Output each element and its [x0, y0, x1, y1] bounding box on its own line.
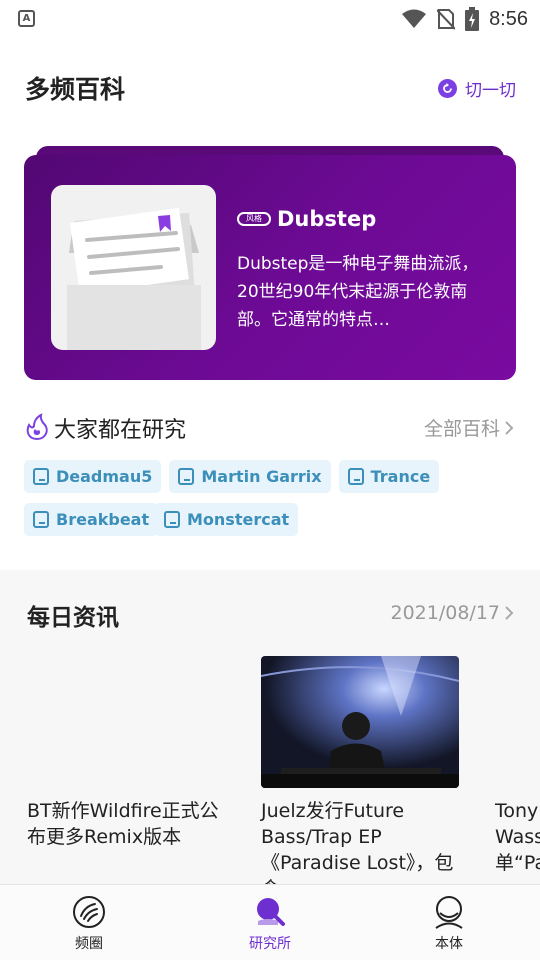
news-headline: BT新作Wildfire正式公布更多Remix版本 — [27, 800, 219, 848]
nav-label: 频圈 — [75, 936, 103, 952]
card-title-row: 风格 Dubstep — [237, 207, 376, 231]
nav-item-pinquan[interactable]: 频圈 — [29, 885, 149, 960]
news-image-placeholder — [27, 656, 225, 788]
research-chip[interactable]: Monstercat — [155, 503, 299, 536]
all-encyclopedia-label: 全部百科 — [423, 418, 500, 440]
news-card[interactable]: Tony Wass 单“Pa — [495, 656, 540, 876]
chip-label: Breakbeat — [56, 510, 150, 529]
app-notification-icon: A — [18, 10, 35, 27]
wifi-icon — [402, 9, 427, 28]
research-chip-list: Deadmau5 Martin Garrix Trance Breakbeat … — [24, 460, 516, 536]
nav-label: 本体 — [435, 936, 463, 952]
nav-label: 研究所 — [249, 936, 291, 952]
status-icons: 8:56 — [401, 6, 528, 32]
encyclopedia-card[interactable]: 风格 Dubstep Dubstep是一种电子舞曲流派，20世纪90年代末起源于… — [24, 155, 516, 380]
research-chip[interactable]: Deadmau5 — [24, 460, 162, 493]
chevron-right-icon — [505, 420, 514, 435]
entry-icon — [33, 511, 49, 528]
chip-label: Trance — [370, 467, 431, 486]
battery-charging-icon — [465, 7, 480, 31]
entry-icon — [178, 468, 195, 485]
chip-label: Monstercat — [187, 510, 290, 529]
card-title: Dubstep — [277, 207, 377, 231]
entry-icon — [33, 468, 49, 485]
chip-label: Deadmau5 — [56, 467, 153, 486]
refresh-icon — [438, 79, 457, 98]
news-image — [261, 656, 459, 788]
card-description: Dubstep是一种电子舞曲流派，20世纪90年代末起源于伦敦南部。它通常的特点… — [237, 254, 479, 330]
switch-button[interactable]: 切一切 — [438, 76, 516, 101]
user-profile-icon — [435, 896, 463, 929]
news-image-placeholder — [495, 656, 540, 788]
news-headline: Tony Wass 单“Pa — [495, 800, 540, 874]
status-bar: A 8:56 — [0, 0, 540, 38]
research-chip[interactable]: Martin Garrix — [169, 460, 331, 493]
news-card[interactable]: Juelz发行Future Bass/Trap EP《Paradise Lost… — [261, 656, 461, 902]
nav-item-profile[interactable]: 本体 — [389, 885, 509, 960]
bottom-navigation: 频圈 研究所 本体 — [0, 884, 540, 960]
vinyl-record-icon — [73, 896, 105, 928]
chevron-right-icon — [505, 606, 514, 620]
news-date-link[interactable]: 2021/08/17 — [390, 602, 514, 624]
news-card[interactable]: BT新作Wildfire正式公布更多Remix版本 — [27, 656, 227, 850]
chip-label: Martin Garrix — [201, 467, 322, 486]
research-chip[interactable]: Trance — [338, 460, 440, 493]
research-chip[interactable]: Breakbeat — [24, 503, 159, 536]
flame-icon — [26, 413, 48, 441]
genre-tag: 风格 — [237, 212, 271, 226]
news-title: 每日资讯 — [27, 605, 119, 631]
nav-item-research[interactable]: 研究所 — [210, 885, 330, 960]
no-sim-icon — [437, 9, 456, 30]
daily-news-section: 每日资讯 2021/08/17 BT新作Wildfire正式公布更多Remix版… — [0, 570, 540, 900]
all-encyclopedia-link[interactable]: 全部百科 — [424, 414, 514, 441]
news-date: 2021/08/17 — [390, 602, 500, 624]
research-header: 大家都在研究 全部百科 — [24, 410, 516, 444]
entry-icon — [164, 511, 180, 528]
status-time: 8:56 — [489, 7, 528, 30]
page-title: 多频百科 — [25, 75, 126, 104]
research-search-icon — [257, 898, 285, 926]
entry-icon — [347, 468, 364, 485]
folder-illustration — [51, 185, 216, 350]
switch-label: 切一切 — [465, 81, 516, 101]
research-title: 大家都在研究 — [54, 418, 187, 443]
